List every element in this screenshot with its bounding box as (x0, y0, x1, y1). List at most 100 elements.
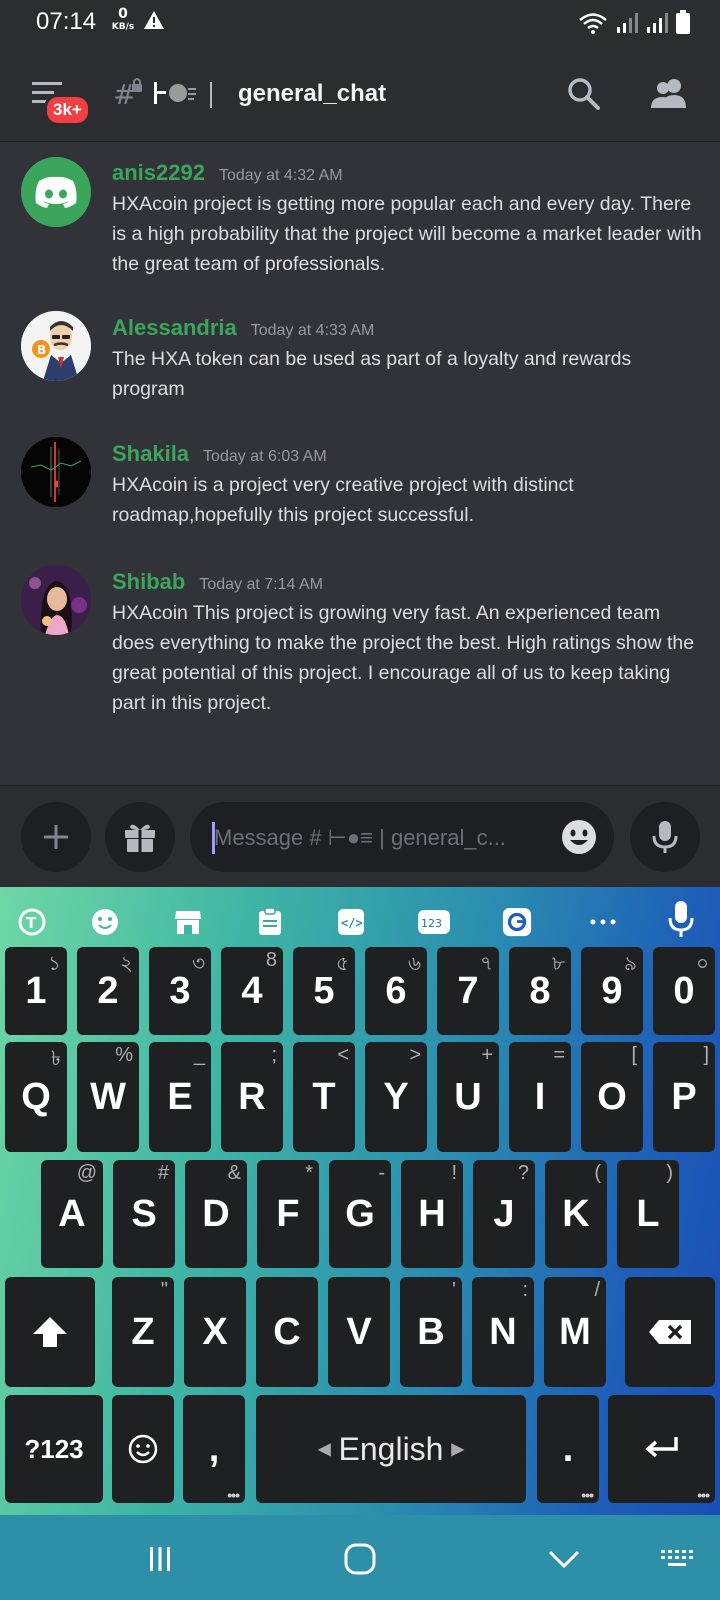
key-secondary-label: > (409, 1044, 421, 1066)
key-k[interactable]: K( (545, 1160, 607, 1268)
key-secondary-label: ; (271, 1044, 277, 1066)
avatar[interactable] (21, 157, 91, 227)
key-o[interactable]: O[ (581, 1042, 643, 1152)
key-x[interactable]: X (184, 1277, 246, 1387)
channel-header: 3k+ # general_chat (0, 48, 720, 142)
key-i[interactable]: I = (509, 1042, 571, 1152)
search-icon (568, 78, 600, 110)
number-pad-label: 123 (421, 917, 442, 930)
key-3[interactable]: 3৩ (149, 947, 211, 1035)
key-w[interactable]: W% (77, 1042, 139, 1152)
key-d[interactable]: D & (185, 1160, 247, 1268)
keyboard-switch-button[interactable] (656, 1539, 700, 1579)
recent-apps-button[interactable] (140, 1539, 180, 1579)
number-pad-icon[interactable]: 123 (417, 907, 451, 937)
key-1[interactable]: 1১ (5, 947, 67, 1035)
message-text: HXAcoin This project is growing very fas… (112, 602, 695, 714)
menu-button[interactable]: 3k+ (30, 78, 91, 128)
network-speed-unit: KB/s (111, 22, 135, 32)
enter-key[interactable]: ••• (608, 1395, 715, 1503)
key-r[interactable]: R; (221, 1042, 283, 1152)
shift-key[interactable] (5, 1277, 95, 1387)
key-label: V (346, 1310, 372, 1353)
add-attachment-button[interactable] (21, 802, 91, 872)
chevron-right-icon: ▶ (451, 1441, 464, 1458)
more-symbols-dots: ••• (227, 1487, 240, 1503)
message-author[interactable]: Shibab (112, 569, 185, 595)
key-f[interactable]: F * (257, 1160, 319, 1268)
avatar[interactable] (21, 437, 91, 507)
backspace-key[interactable] (625, 1277, 715, 1387)
microphone-icon (652, 821, 678, 853)
key-b[interactable]: B ' (400, 1277, 462, 1387)
key-secondary-label: ৭ (479, 953, 493, 975)
store-icon[interactable] (173, 907, 203, 937)
voice-message-button[interactable] (630, 802, 700, 872)
key-7[interactable]: 7৭ (437, 947, 499, 1035)
key-secondary-label: + (481, 1044, 493, 1066)
space-key[interactable]: ◀ English ▶ (256, 1395, 526, 1503)
key-label: 6 (385, 969, 407, 1012)
gift-button[interactable] (105, 802, 175, 872)
key-label: 4 (241, 969, 263, 1012)
key-4[interactable]: 48 (221, 947, 283, 1035)
key-secondary-label: " (160, 1279, 168, 1301)
key-2[interactable]: 2২ (77, 947, 139, 1035)
comma-key[interactable]: , ••• (183, 1395, 245, 1503)
message-author[interactable]: anis2292 (112, 160, 205, 186)
translate-icon[interactable]: T (17, 907, 47, 937)
key-t[interactable]: T < (293, 1042, 355, 1152)
message-input[interactable]: Message # ⊢●≡ | general_c... (190, 802, 614, 872)
key-n[interactable]: N: (472, 1277, 534, 1387)
key-m[interactable]: M / (544, 1277, 606, 1387)
search-button[interactable] (566, 76, 602, 116)
key-8[interactable]: 8৮ (509, 947, 571, 1035)
key-label: 8 (529, 969, 551, 1012)
period-key[interactable]: . ••• (537, 1395, 599, 1503)
key-y[interactable]: Y > (365, 1042, 427, 1152)
key-secondary-label: ৯ (624, 953, 637, 975)
emoji-toolbar-icon[interactable] (90, 907, 120, 937)
home-button[interactable] (338, 1539, 382, 1579)
key-a[interactable]: A @ (41, 1160, 103, 1268)
key-p[interactable]: P] (653, 1042, 715, 1152)
more-options-icon[interactable] (588, 907, 618, 937)
key-secondary-label: / (594, 1279, 600, 1301)
battery-icon (676, 10, 690, 38)
key-l[interactable]: L) (617, 1160, 679, 1268)
wifi-icon (578, 12, 608, 38)
message-author[interactable]: Shakila (112, 441, 189, 467)
key-u[interactable]: U + (437, 1042, 499, 1152)
avatar[interactable]: B (21, 311, 91, 381)
message-timestamp: Today at 6:03 AM (203, 448, 327, 465)
clipboard-icon[interactable] (255, 907, 285, 937)
back-button[interactable] (544, 1539, 584, 1579)
key-s[interactable]: S # (113, 1160, 175, 1268)
key-label: 9 (601, 969, 623, 1012)
message-author[interactable]: Alessandria (112, 315, 237, 341)
warning-icon (143, 10, 165, 34)
key-6[interactable]: 6৬ (365, 947, 427, 1035)
key-j[interactable]: J? (473, 1160, 535, 1268)
symbols-key[interactable]: ?123 (5, 1395, 103, 1503)
key-g[interactable]: G- (329, 1160, 391, 1268)
key-5[interactable]: 5৫ (293, 947, 355, 1035)
key-h[interactable]: H! (401, 1160, 463, 1268)
key-9[interactable]: 9৯ (581, 947, 643, 1035)
key-e[interactable]: E _ (149, 1042, 211, 1152)
key-label: 3 (169, 969, 191, 1012)
voice-input-icon[interactable] (664, 899, 698, 939)
avatar[interactable] (21, 565, 91, 635)
svg-text:#: # (113, 78, 136, 110)
key-c[interactable]: C (256, 1277, 318, 1387)
key-secondary-label: ৬ (407, 953, 421, 975)
key-z[interactable]: Z " (112, 1277, 174, 1387)
grammar-icon[interactable] (502, 907, 532, 937)
key-v[interactable]: V (328, 1277, 390, 1387)
key-0[interactable]: 0০ (653, 947, 715, 1035)
code-icon[interactable]: </> (336, 907, 366, 937)
emoji-key[interactable] (112, 1395, 174, 1503)
key-q[interactable]: Q ৳ (5, 1042, 67, 1152)
emoji-button[interactable] (560, 818, 598, 860)
members-button[interactable] (648, 76, 688, 116)
